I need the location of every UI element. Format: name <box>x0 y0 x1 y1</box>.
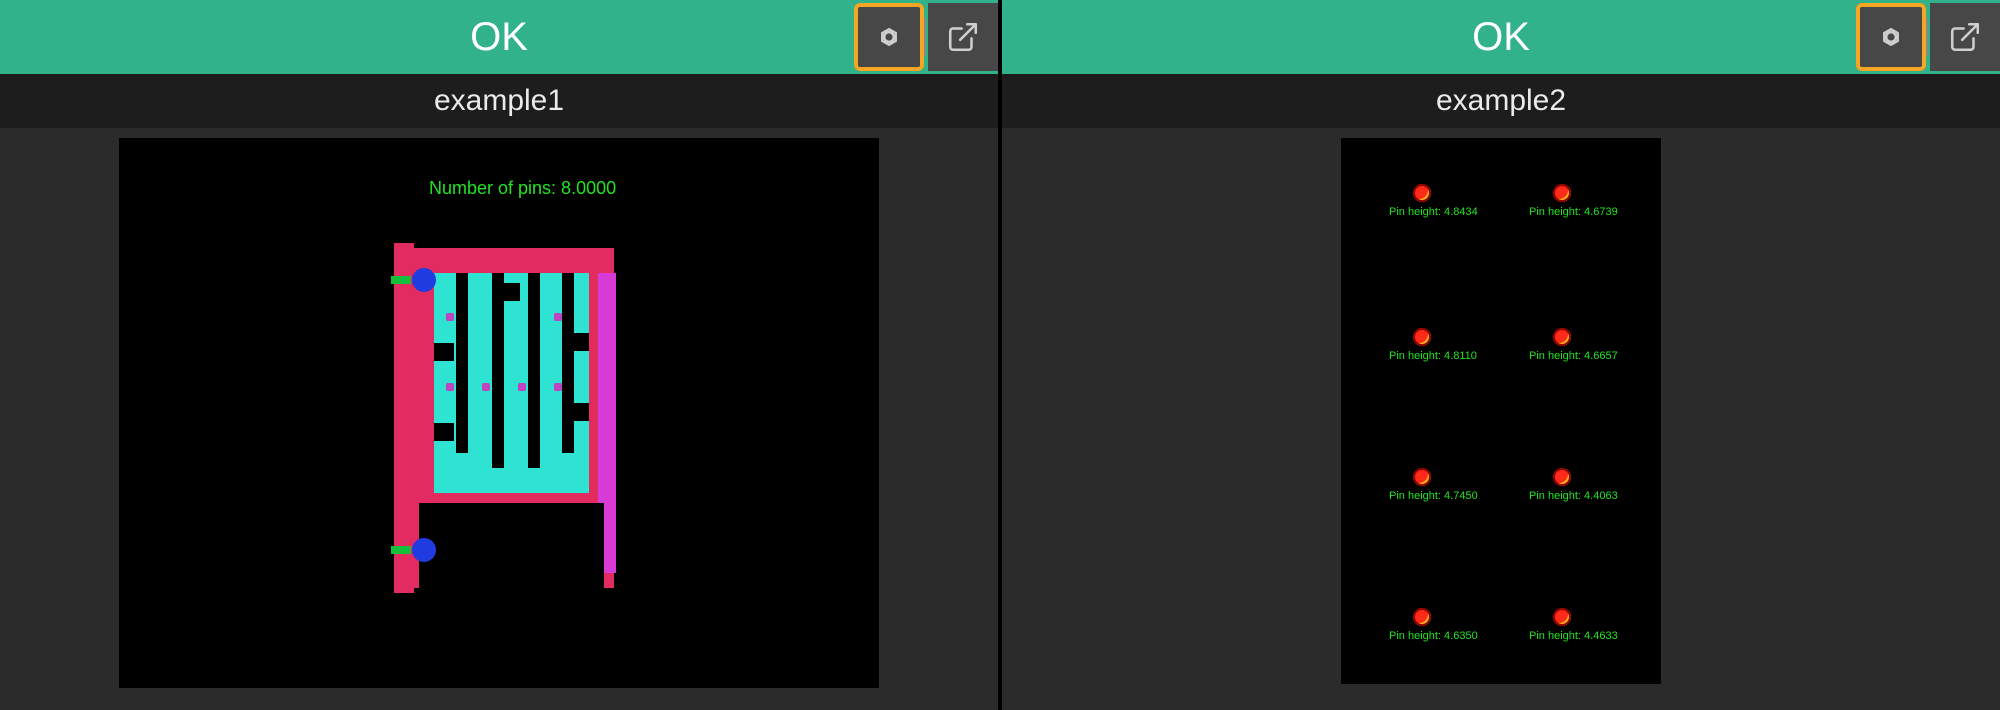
status-bar-actions <box>1856 0 2000 74</box>
pcb-body <box>404 248 614 588</box>
overlay-pin-count: Number of pins: 8.0000 <box>429 178 616 199</box>
pin <box>1413 608 1431 626</box>
pin <box>1413 468 1431 486</box>
gear-icon <box>871 19 907 55</box>
canvas-area[interactable]: Number of pins: 8.0000 <box>0 128 998 710</box>
result-image: Number of pins: 8.0000 <box>119 138 879 688</box>
result-pane-2: OK example2 <box>1002 0 2000 710</box>
gear-icon <box>1873 19 1909 55</box>
canvas-area[interactable]: Pin height: 4.8434 Pin height: 4.6739 Pi… <box>1002 128 2000 710</box>
knob <box>412 538 436 562</box>
divider <box>1926 18 1928 56</box>
pin-label: Pin height: 4.4633 <box>1529 630 1618 642</box>
pin <box>1553 468 1571 486</box>
pin-label: Pin height: 4.7450 <box>1389 490 1478 502</box>
status-bar-actions <box>854 0 998 74</box>
pin <box>1553 608 1571 626</box>
settings-button[interactable] <box>854 3 924 71</box>
pin <box>1553 328 1571 346</box>
split-view: OK example1 <box>0 0 2000 710</box>
status-label: OK <box>470 15 528 60</box>
external-link-icon <box>1948 20 1982 54</box>
pane-title: example1 <box>0 74 998 128</box>
pin-label: Pin height: 4.6350 <box>1389 630 1478 642</box>
pin <box>1413 184 1431 202</box>
external-link-icon <box>946 20 980 54</box>
result-pane-1: OK example1 <box>0 0 1002 710</box>
pin <box>1413 328 1431 346</box>
tab <box>391 546 411 554</box>
pin-label: Pin height: 4.6739 <box>1529 206 1618 218</box>
pin-label: Pin height: 4.4063 <box>1529 490 1618 502</box>
pin <box>1553 184 1571 202</box>
tab <box>391 276 411 284</box>
status-bar: OK <box>0 0 998 74</box>
status-label: OK <box>1472 15 1530 60</box>
divider <box>924 18 926 56</box>
settings-button[interactable] <box>1856 3 1926 71</box>
pin-label: Pin height: 4.8434 <box>1389 206 1478 218</box>
pin-label: Pin height: 4.8110 <box>1389 350 1477 362</box>
status-bar: OK <box>1002 0 2000 74</box>
result-image: Pin height: 4.8434 Pin height: 4.6739 Pi… <box>1341 138 1661 684</box>
pin-label: Pin height: 4.6657 <box>1529 350 1618 362</box>
popout-button[interactable] <box>928 3 998 71</box>
popout-button[interactable] <box>1930 3 2000 71</box>
pane-title: example2 <box>1002 74 2000 128</box>
knob <box>412 268 436 292</box>
